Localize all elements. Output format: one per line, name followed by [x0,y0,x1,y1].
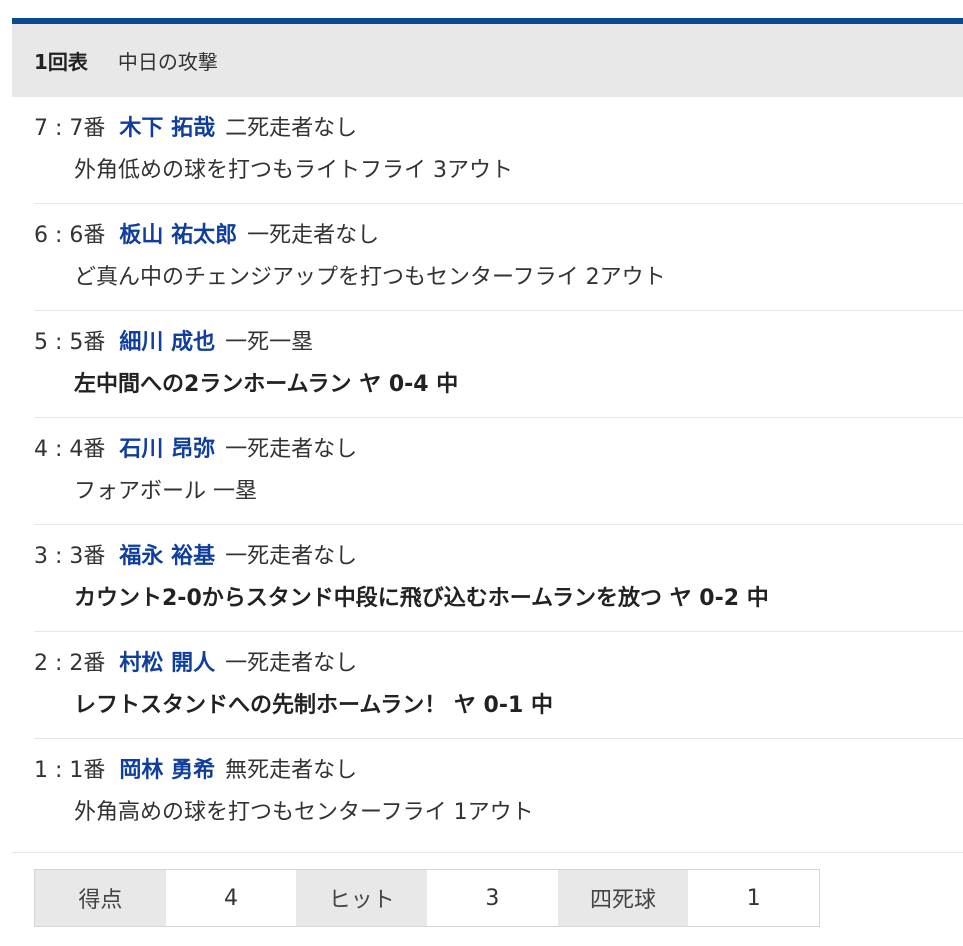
seq-separator: : [48,330,70,355]
inning-header: 1回表 中日の攻撃 [12,24,963,97]
out-runner-situation: 無死走者なし [225,758,358,783]
play-seq: 5 [34,330,48,355]
play-seq: 7 [34,116,48,141]
out-runner-situation: 一死一塁 [225,330,314,355]
play-list: 7 : 7番 木下 拓哉 二死走者なし 外角低めの球を打つもライトフライ 3アウト 6 … [12,97,963,846]
play-result: ど真ん中のチェンジアップを打つもセンターフライ 2アウト [74,265,666,290]
play-header: 2 : 2番 村松 開人 一死走者なし [34,650,963,678]
out-runner-situation: 一死走者なし [247,223,380,248]
play-seq: 4 [34,437,48,462]
play-header: 1 : 1番 岡林 勇希 無死走者なし [34,757,963,785]
inning-stats-table: 得点 4 ヒット 3 四死球 1 [34,869,820,927]
play-header: 7 : 7番 木下 拓哉 二死走者なし [34,115,963,143]
player-name[interactable]: 石川 昂弥 [119,437,215,462]
play-result: 外角低めの球を打つもライトフライ 3アウト [74,158,513,183]
play-header: 3 : 3番 福永 裕基 一死走者なし [34,543,963,571]
play-result: 左中間への2ランホームラン ヤ 0-4 中 [74,372,459,397]
play-seq: 2 [34,651,48,676]
play-item: 5 : 5番 細川 成也 一死一塁左中間への2ランホームラン ヤ 0-4 中 [34,311,963,418]
player-name[interactable]: 木下 拓哉 [119,116,215,141]
batting-order: 7番 [69,116,106,141]
batting-order: 2番 [69,651,106,676]
out-runner-situation: 一死走者なし [225,544,358,569]
seq-separator: : [48,223,70,248]
play-result: 外角高めの球を打つもセンターフライ 1アウト [74,800,534,825]
player-name[interactable]: 細川 成也 [119,330,215,355]
play-item: 7 : 7番 木下 拓哉 二死走者なし外角低めの球を打つもライトフライ 3アウト [34,97,963,204]
play-result: レフトスタンドへの先制ホームラン！ ヤ 0-1 中 [74,693,553,718]
divider [12,852,963,853]
player-name[interactable]: 福永 裕基 [119,544,215,569]
seq-separator: : [48,437,70,462]
out-runner-situation: 二死走者なし [225,116,358,141]
seq-separator: : [48,544,70,569]
play-result: フォアボール 一塁 [74,479,257,504]
out-runner-situation: 一死走者なし [225,651,358,676]
stat-value: 1 [688,870,820,926]
play-header: 4 : 4番 石川 昂弥 一死走者なし [34,436,963,464]
play-seq: 6 [34,223,48,248]
inning-panel: 1回表 中日の攻撃 7 : 7番 木下 拓哉 二死走者なし外角低めの球を打つもライト… [12,18,963,927]
play-item: 1 : 1番 岡林 勇希 無死走者なし外角高めの球を打つもセンターフライ 1アウト [34,739,963,846]
stat-value: 3 [427,870,558,926]
out-runner-situation: 一死走者なし [225,437,358,462]
stat-label: ヒット [296,870,428,926]
play-result: カウント2-0からスタンド中段に飛び込むホームランを放つ ヤ 0-2 中 [74,586,769,611]
play-seq: 3 [34,544,48,569]
stat-label: 得点 [35,870,166,926]
play-item: 3 : 3番 福永 裕基 一死走者なしカウント2-0からスタンド中段に飛び込むホーム… [34,525,963,632]
batting-order: 4番 [69,437,106,462]
inning-team: 中日の攻撃 [117,50,218,74]
player-name[interactable]: 岡林 勇希 [119,758,215,783]
player-name[interactable]: 村松 開人 [119,651,215,676]
play-item: 6 : 6番 板山 祐太郎 一死走者なしど真ん中のチェンジアップを打つもセンターフラ… [34,204,963,311]
player-name[interactable]: 板山 祐太郎 [119,223,237,248]
play-header: 5 : 5番 細川 成也 一死一塁 [34,329,963,357]
play-header: 6 : 6番 板山 祐太郎 一死走者なし [34,222,963,250]
batting-order: 1番 [69,758,106,783]
play-item: 4 : 4番 石川 昂弥 一死走者なしフォアボール 一塁 [34,418,963,525]
stat-value: 4 [165,870,297,926]
inning-label: 1回表 [34,50,88,74]
play-item: 2 : 2番 村松 開人 一死走者なしレフトスタンドへの先制ホームラン！ ヤ 0-1… [34,632,963,739]
batting-order: 6番 [69,223,106,248]
seq-separator: : [48,651,70,676]
seq-separator: : [48,116,70,141]
seq-separator: : [48,758,70,783]
play-seq: 1 [34,758,48,783]
batting-order: 5番 [69,330,106,355]
batting-order: 3番 [69,544,106,569]
stat-label: 四死球 [557,870,689,926]
